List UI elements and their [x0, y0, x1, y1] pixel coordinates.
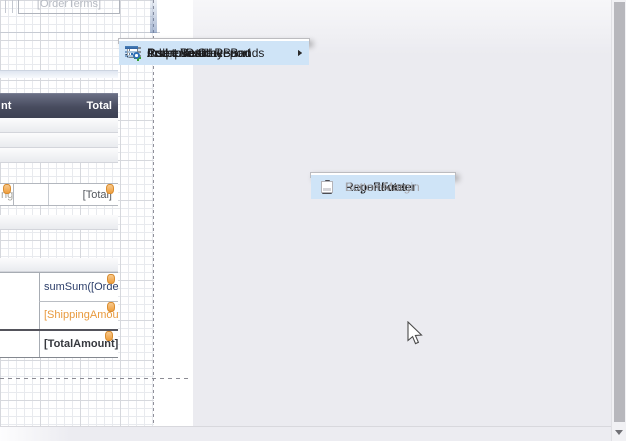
collapsed-band-strip[interactable] [0, 148, 118, 163]
horizontal-scroll-area[interactable] [0, 426, 611, 441]
field-marker-icon [107, 302, 115, 312]
band-bottom-dashed-line [0, 378, 190, 379]
collapsed-band-strip[interactable] [0, 133, 118, 148]
gear-icon [133, 52, 140, 59]
field-marker-icon [106, 184, 114, 194]
control-edge-mark [5, 0, 6, 13]
scroll-down-arrow-icon[interactable] [615, 430, 623, 435]
table-column-header[interactable]: nt Total [0, 93, 118, 118]
summary-fields-table: sumSum([Orde [ShippingAmou [TotalAmount] [0, 272, 118, 358]
collapsed-band-strip[interactable] [0, 215, 118, 230]
clipped-column-text: nt [1, 94, 11, 118]
band-separator-strip [0, 70, 118, 78]
collapsed-band-strip[interactable] [0, 258, 118, 272]
context-menu: Edit and Reorder Bands... <> View Code P… [118, 38, 310, 44]
total-field-row[interactable]: ng [Total] [0, 183, 118, 206]
margin-line-highlight [150, 0, 157, 33]
control-edge-mark [12, 0, 13, 13]
bottom-margin-icon [319, 179, 335, 195]
field-marker-icon [107, 274, 115, 284]
total-column-text: Total [87, 94, 112, 118]
order-terms-label-control[interactable]: [OrderTerms] [18, 0, 120, 14]
smart-tag-icon[interactable] [108, 0, 118, 1]
insert-band-submenu: TopMargin ReportHeader PageHeader GroupH… [310, 172, 456, 178]
collapsed-band-strip[interactable] [0, 118, 118, 133]
submenu-item-bottommargin: BottomMargin [311, 175, 455, 199]
vertical-scrollbar[interactable] [611, 0, 626, 441]
menu-item-properties[interactable]: Properties [119, 41, 309, 65]
field-marker-icon [3, 184, 11, 194]
properties-icon [125, 45, 141, 61]
report-designer-window: [OrderTerms] nt Total ng [Total] sumSum(… [0, 0, 626, 441]
total-field-cell[interactable]: [Total] [48, 184, 115, 205]
order-terms-text: [OrderTerms] [19, 0, 119, 12]
field-marker-icon [105, 331, 113, 341]
scrollbar-thumb[interactable] [614, 2, 625, 422]
band-edge-line [0, 32, 160, 33]
table-bottom-border [0, 357, 118, 358]
